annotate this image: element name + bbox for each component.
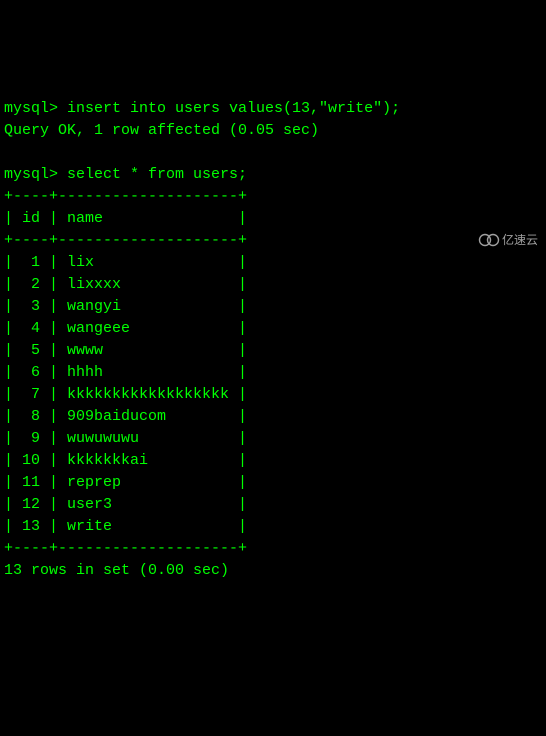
mysql-prompt: mysql> (4, 166, 67, 183)
sql-insert-statement: insert into users values(13,"write"); (67, 100, 400, 117)
query-ok-message: Query OK, 1 row affected (0.05 sec) (4, 122, 319, 139)
watermark-logo-icon (478, 233, 500, 247)
watermark-text: 亿速云 (502, 233, 538, 247)
table-row: | 12 | user3 | (4, 496, 247, 513)
table-row: | 5 | wwww | (4, 342, 247, 359)
table-header: | id | name | (4, 210, 247, 227)
table-row: | 13 | write | (4, 518, 247, 535)
table-separator: +----+--------------------+ (4, 540, 247, 557)
table-row: | 9 | wuwuwuwu | (4, 430, 247, 447)
watermark: 亿速云 (478, 228, 538, 251)
table-separator: +----+--------------------+ (4, 188, 247, 205)
table-row: | 11 | reprep | (4, 474, 247, 491)
table-row: | 3 | wangyi | (4, 298, 247, 315)
result-summary: 13 rows in set (0.00 sec) (4, 562, 229, 579)
table-row: | 2 | lixxxx | (4, 276, 247, 293)
table-row: | 1 | lix | (4, 254, 247, 271)
mysql-prompt: mysql> (4, 100, 67, 117)
table-row: | 8 | 909baiducom | (4, 408, 247, 425)
table-separator: +----+--------------------+ (4, 232, 247, 249)
table-row: | 6 | hhhh | (4, 364, 247, 381)
table-row: | 4 | wangeee | (4, 320, 247, 337)
terminal-output: mysql> insert into users values(13,"writ… (4, 98, 542, 582)
sql-select-statement: select * from users; (67, 166, 247, 183)
table-row: | 7 | kkkkkkkkkkkkkkkkkk | (4, 386, 247, 403)
table-row: | 10 | kkkkkkkai | (4, 452, 247, 469)
